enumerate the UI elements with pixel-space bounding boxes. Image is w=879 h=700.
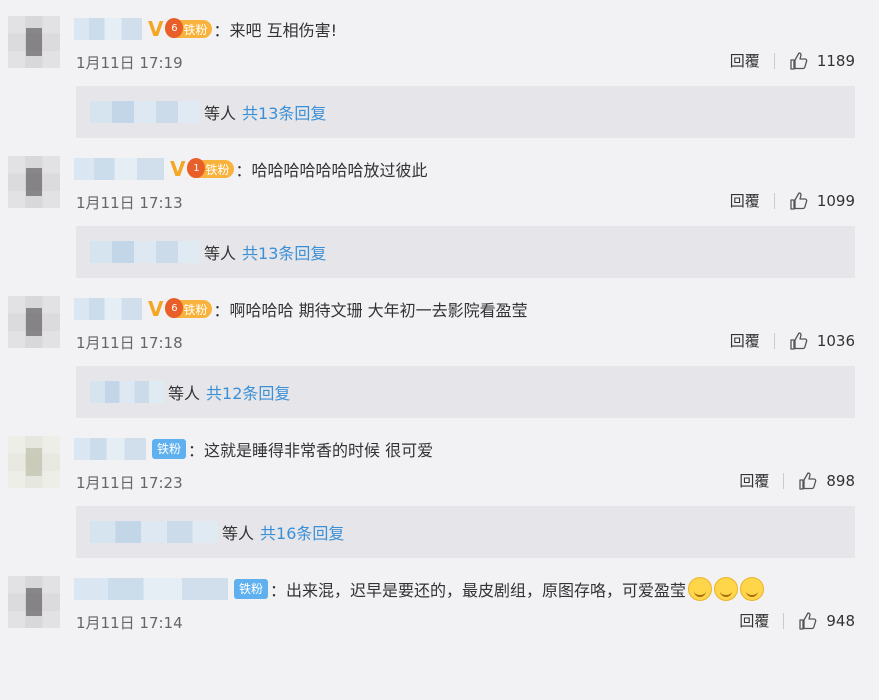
replier-names-blurred (90, 101, 200, 123)
comment-time: 1月11日 17:13 (76, 194, 183, 212)
avatar[interactable] (8, 16, 60, 68)
like-count[interactable]: 1036 (817, 332, 855, 350)
avatar[interactable] (8, 576, 60, 628)
comment-text: ：来吧 互相伤害! (213, 21, 338, 40)
comment-header: V 1 铁粉 ：哈哈哈哈哈哈哈放过彼此 (74, 154, 428, 184)
comment-header: V 6 铁粉 ：啊哈哈哈 期待文珊 大年初一去影院看盈莹 (74, 294, 528, 324)
replies-count-link[interactable]: 共13条回复 (242, 240, 326, 264)
verified-icon: V (148, 297, 164, 321)
replies-count-link[interactable]: 共12条回复 (206, 380, 290, 404)
replies-summary: 等人 共12条回复 (76, 366, 855, 418)
crown-icon: 6 (165, 298, 184, 318)
thumbs-up-icon[interactable] (798, 611, 818, 631)
fan-badge[interactable]: 1 铁粉 (187, 158, 234, 178)
reply-button[interactable]: 回覆 (730, 190, 760, 211)
thumbs-up-icon[interactable] (789, 331, 809, 351)
comment-actions: 回覆 948 (739, 610, 855, 631)
divider (783, 612, 785, 629)
fan-badge[interactable]: 6 铁粉 (165, 18, 212, 38)
divider (773, 192, 775, 209)
username-blurred[interactable] (74, 158, 164, 180)
laughing-face-icon (714, 577, 739, 601)
tie-fan-badge[interactable]: 铁粉 (234, 579, 269, 599)
thumbs-up-icon[interactable] (789, 51, 809, 71)
avatar[interactable] (8, 436, 60, 488)
laughing-face-icon (688, 577, 713, 601)
replies-summary: 等人 共13条回复 (76, 226, 855, 278)
replies-summary: 等人 共13条回复 (76, 86, 855, 138)
divider (773, 332, 775, 349)
fan-badge[interactable]: 6 铁粉 (165, 298, 212, 318)
replies-summary: 等人 共16条回复 (76, 506, 855, 558)
fan-badge-label: 铁粉 (205, 162, 230, 177)
like-count[interactable]: 948 (826, 612, 855, 630)
comment-time: 1月11日 17:23 (76, 474, 183, 492)
avatar[interactable] (8, 156, 60, 208)
crown-icon: 6 (165, 18, 184, 38)
comment-actions: 回覆 1036 (730, 330, 855, 351)
reply-button[interactable]: 回覆 (730, 50, 760, 71)
comment-text: ：这就是睡得非常香的时候 很可爱 (188, 441, 434, 460)
comment-header: V 6 铁粉 ：来吧 互相伤害! (74, 14, 337, 44)
fan-badge-label: 铁粉 (183, 302, 208, 317)
replies-who: 等人 (204, 104, 237, 123)
comment-text: ：出来混，迟早是要还的，最皮剧组，原图存咯，可爱盈莹 (270, 581, 687, 600)
comment-header: 铁粉 ：出来混，迟早是要还的，最皮剧组，原图存咯，可爱盈莹 (74, 574, 765, 604)
replier-names-blurred (90, 381, 164, 403)
username-blurred[interactable] (74, 438, 146, 460)
comment-actions: 回覆 1189 (730, 50, 855, 71)
comment-item: 铁粉 ：出来混，迟早是要还的，最皮剧组，原图存咯，可爱盈莹 1月11日 17:1… (0, 560, 879, 700)
comment-actions: 回覆 1099 (730, 190, 855, 211)
comment-item: 铁粉 ：这就是睡得非常香的时候 很可爱 1月11日 17:23 回覆 898 等… (0, 420, 879, 560)
comment-item: V 6 铁粉 ：啊哈哈哈 期待文珊 大年初一去影院看盈莹 1月11日 17:18 … (0, 280, 879, 420)
replier-names-blurred (90, 241, 200, 263)
comment-time: 1月11日 17:18 (76, 334, 183, 352)
comment-time: 1月11日 17:14 (76, 614, 183, 632)
reply-button[interactable]: 回覆 (739, 610, 769, 631)
username-blurred[interactable] (74, 578, 228, 600)
replier-names-blurred (90, 521, 218, 543)
divider (773, 52, 775, 69)
username-blurred[interactable] (74, 18, 142, 40)
comment-item: V 6 铁粉 ：来吧 互相伤害! 1月11日 17:19 回覆 1189 等人 共… (0, 0, 879, 140)
comment-item: V 1 铁粉 ：哈哈哈哈哈哈哈放过彼此 1月11日 17:13 回覆 1099 等… (0, 140, 879, 280)
comment-text: ：哈哈哈哈哈哈哈放过彼此 (235, 161, 428, 180)
replies-who: 等人 (204, 244, 237, 263)
laughing-face-icon (740, 577, 765, 601)
verified-icon: V (170, 157, 186, 181)
replies-who: 等人 (168, 384, 201, 403)
like-count[interactable]: 1099 (817, 192, 855, 210)
divider (783, 472, 785, 489)
replies-count-link[interactable]: 共16条回复 (260, 520, 344, 544)
like-count[interactable]: 1189 (817, 52, 855, 70)
replies-who: 等人 (222, 524, 255, 543)
verified-icon: V (148, 17, 164, 41)
like-count[interactable]: 898 (826, 472, 855, 490)
replies-count-link[interactable]: 共13条回复 (242, 100, 326, 124)
reply-button[interactable]: 回覆 (739, 470, 769, 491)
tie-fan-badge[interactable]: 铁粉 (152, 439, 187, 459)
comment-header: 铁粉 ：这就是睡得非常香的时候 很可爱 (74, 434, 433, 464)
fan-badge-label: 铁粉 (183, 22, 208, 37)
username-blurred[interactable] (74, 298, 142, 320)
thumbs-up-icon[interactable] (798, 471, 818, 491)
reply-button[interactable]: 回覆 (730, 330, 760, 351)
thumbs-up-icon[interactable] (789, 191, 809, 211)
crown-icon: 1 (187, 158, 206, 178)
avatar[interactable] (8, 296, 60, 348)
comment-time: 1月11日 17:19 (76, 54, 183, 72)
comment-actions: 回覆 898 (739, 470, 855, 491)
comment-text: ：啊哈哈哈 期待文珊 大年初一去影院看盈莹 (213, 301, 528, 320)
